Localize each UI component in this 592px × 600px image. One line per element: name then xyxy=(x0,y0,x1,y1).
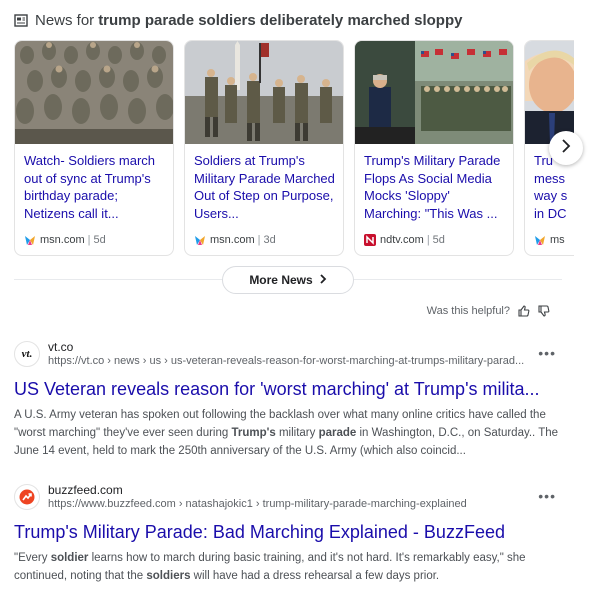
msn-butterfly-icon xyxy=(24,234,36,246)
news-card-source: msn.com | 5d xyxy=(24,234,106,246)
news-card-headline[interactable]: Trump's Military Parade Flops As Social … xyxy=(364,152,506,222)
news-title-prefix: News for xyxy=(35,12,95,29)
more-options-icon[interactable]: ••• xyxy=(538,488,556,504)
news-card[interactable]: Watch- Soldiers march out of sync at Tru… xyxy=(14,40,174,256)
news-carousel: Watch- Soldiers march out of sync at Tru… xyxy=(14,40,574,258)
news-card-age: 3d xyxy=(263,234,276,246)
news-card-source-name: msn.com xyxy=(210,234,255,246)
buzzfeed-favicon-icon xyxy=(14,484,40,510)
news-card-headline[interactable]: Soldiers at Trump's Military Parade Marc… xyxy=(194,152,336,222)
more-news-button[interactable]: More News xyxy=(222,266,354,294)
thumbs-up-icon[interactable] xyxy=(518,305,530,317)
result-source[interactable]: vt. vt.co https://vt.co › news › us › us… xyxy=(14,339,562,369)
newspaper-icon xyxy=(14,14,28,27)
result-site-name: buzzfeed.com xyxy=(48,483,123,497)
feedback-label: Was this helpful? xyxy=(426,305,510,317)
news-card-image xyxy=(185,41,343,144)
news-card-image xyxy=(15,41,173,144)
more-options-icon[interactable]: ••• xyxy=(538,345,556,361)
news-card-age: 5d xyxy=(432,234,445,246)
result-site-name: vt.co xyxy=(48,340,74,354)
result-snippet: "Every soldier learns how to march durin… xyxy=(14,552,526,582)
search-result: vt. vt.co https://vt.co › news › us › us… xyxy=(14,339,562,460)
news-card-source: ndtv.com | 5d xyxy=(364,234,445,246)
result-snippet: A U.S. Army veteran has spoken out follo… xyxy=(14,409,559,457)
news-card-source-name: ms xyxy=(550,234,565,246)
ndtv-icon xyxy=(364,234,376,246)
news-card-age: 5d xyxy=(93,234,106,246)
news-section-header: News for trump parade soldiers deliberat… xyxy=(14,12,462,29)
news-card[interactable]: Soldiers at Trump's Military Parade Marc… xyxy=(184,40,344,256)
result-url: https://www.buzzfeed.com › natashajokic1… xyxy=(48,498,467,510)
feedback-row: Was this helpful? xyxy=(427,305,550,317)
result-title-link[interactable]: Trump's Military Parade: Bad Marching Ex… xyxy=(14,520,562,544)
thumbs-down-icon[interactable] xyxy=(538,305,550,317)
msn-butterfly-icon xyxy=(534,234,546,246)
news-card-source-name: ndtv.com xyxy=(380,234,424,246)
news-card-headline[interactable]: Watch- Soldiers march out of sync at Tru… xyxy=(24,152,166,222)
result-source[interactable]: buzzfeed.com https://www.buzzfeed.com › … xyxy=(14,482,562,512)
news-card-source: ms xyxy=(534,234,565,246)
chevron-right-icon xyxy=(319,273,327,287)
vt-favicon-icon: vt. xyxy=(14,341,40,367)
msn-butterfly-icon xyxy=(194,234,206,246)
news-title-query: trump parade soldiers deliberately march… xyxy=(98,12,463,29)
carousel-next-button[interactable] xyxy=(549,131,583,165)
result-title-link[interactable]: US Veteran reveals reason for 'worst mar… xyxy=(14,377,562,401)
news-card-source-name: msn.com xyxy=(40,234,85,246)
search-result: buzzfeed.com https://www.buzzfeed.com › … xyxy=(14,482,562,585)
news-card-source: msn.com | 3d xyxy=(194,234,276,246)
result-url: https://vt.co › news › us › us-veteran-r… xyxy=(48,355,525,367)
news-card-image xyxy=(525,41,574,144)
news-card-image xyxy=(355,41,513,144)
news-card[interactable]: Trump's Military Parade Flops As Social … xyxy=(354,40,514,256)
more-news-label: More News xyxy=(249,273,313,287)
chevron-right-icon xyxy=(560,138,572,158)
